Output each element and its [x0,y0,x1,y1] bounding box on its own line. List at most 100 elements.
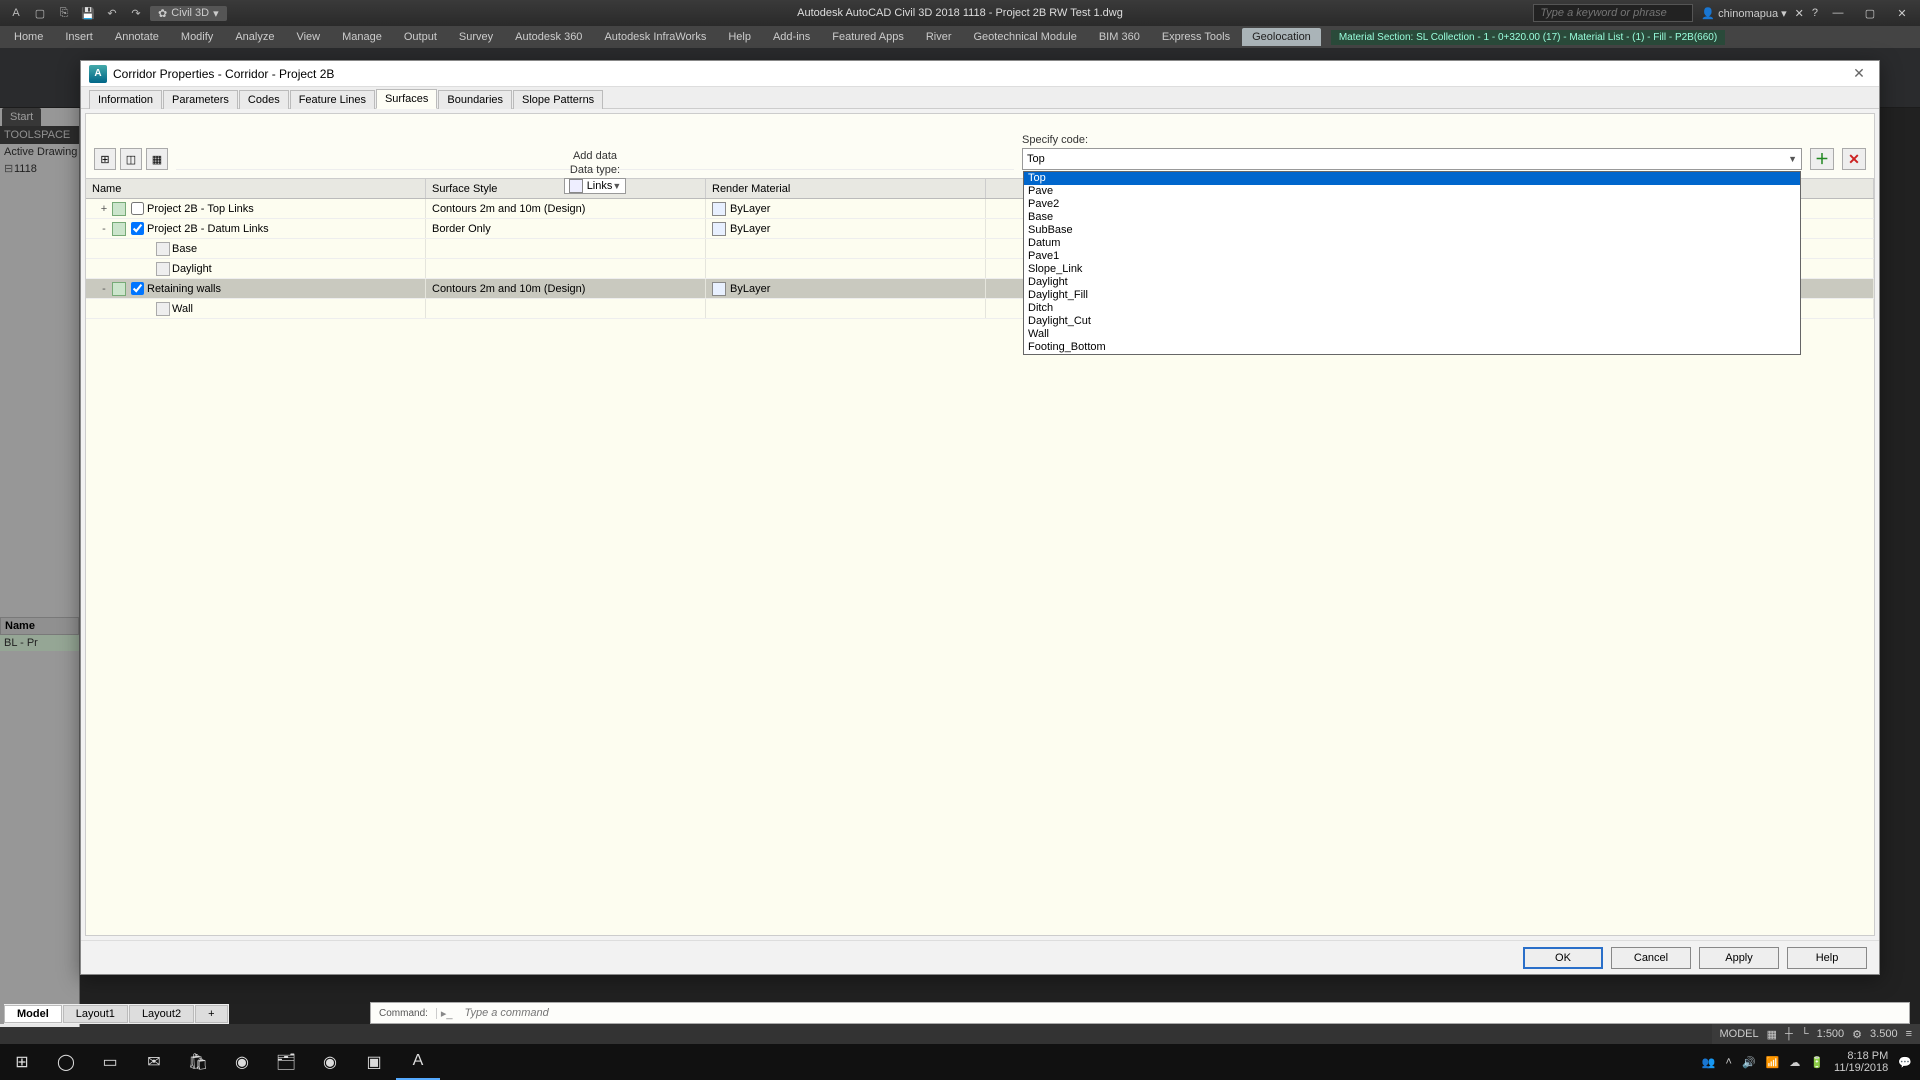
specify-code-dropdown[interactable]: Top ▼ TopPavePave2BaseSubBaseDatumPave1S… [1022,148,1802,170]
spec-option[interactable]: Pave [1024,185,1800,198]
ribbon-tab-bim360[interactable]: BIM 360 [1089,28,1150,46]
mail-icon[interactable]: ✉ [132,1044,176,1080]
spec-option[interactable]: Base [1024,211,1800,224]
help-icon[interactable]: ? [1812,7,1818,19]
start-menu-button[interactable]: ⊞ [0,1044,44,1080]
surface-props-button[interactable]: ▦ [146,148,168,170]
notifications-icon[interactable]: 💬 [1898,1056,1912,1069]
render-material[interactable]: ByLayer [730,203,770,215]
surface-checkbox[interactable] [131,222,144,235]
app2-icon[interactable]: ▣ [352,1044,396,1080]
redo-icon[interactable]: ↷ [126,3,146,23]
help-search-input[interactable] [1533,4,1693,22]
surface-style-button[interactable]: ◫ [120,148,142,170]
ribbon-tab-view[interactable]: View [286,28,330,46]
battery-icon[interactable]: 🔋 [1810,1056,1824,1069]
undo-icon[interactable]: ↶ [102,3,122,23]
ribbon-tab-a360[interactable]: Autodesk 360 [505,28,592,46]
status-model[interactable]: MODEL [1720,1028,1759,1040]
surface-checkbox[interactable] [131,202,144,215]
window-close-button[interactable]: ✕ [1890,3,1914,23]
expand-icon[interactable]: + [98,203,110,215]
onedrive-icon[interactable]: ☁ [1789,1056,1800,1069]
spec-option[interactable]: Pave1 [1024,250,1800,263]
explorer-icon[interactable]: 🗂 [264,1044,308,1080]
col-material[interactable]: Render Material [706,179,986,198]
spec-option[interactable]: Slope_Link [1024,263,1800,276]
scale-label[interactable]: 1:500 [1817,1028,1845,1040]
ribbon-tab-geolocation[interactable]: Geolocation [1242,28,1321,46]
grid-icon[interactable]: ▦ [1767,1028,1777,1041]
spec-option[interactable]: Pave2 [1024,198,1800,211]
spec-option[interactable]: Daylight [1024,276,1800,289]
apply-button[interactable]: Apply [1699,947,1779,969]
ribbon-tab-analyze[interactable]: Analyze [225,28,284,46]
model-tab[interactable]: Model [4,1005,62,1023]
minimize-button[interactable]: — [1826,3,1850,23]
surface-style[interactable]: Contours 2m and 10m (Design) [432,203,585,215]
gear-icon[interactable]: ⚙ [1852,1028,1862,1041]
spec-option[interactable]: Ditch [1024,302,1800,315]
ribbon-tab-featured[interactable]: Featured Apps [822,28,914,46]
ribbon-tab-survey[interactable]: Survey [449,28,503,46]
volume-icon[interactable]: 🔊 [1742,1056,1756,1069]
ribbon-tab-home[interactable]: Home [4,28,53,46]
chrome-icon[interactable]: ◉ [220,1044,264,1080]
spec-option[interactable]: Daylight_Cut [1024,315,1800,328]
surface-style[interactable]: Contours 2m and 10m (Design) [432,283,585,295]
ortho-icon[interactable]: └ [1801,1028,1809,1040]
ribbon-tab-river[interactable]: River [916,28,962,46]
tab-parameters[interactable]: Parameters [163,90,238,109]
ribbon-tab-express[interactable]: Express Tools [1152,28,1240,46]
ok-button[interactable]: OK [1523,947,1603,969]
chrome2-icon[interactable]: ◉ [308,1044,352,1080]
taskview-icon[interactable]: ▭ [88,1044,132,1080]
command-line[interactable]: Command: ▸_ [370,1002,1910,1024]
spec-option[interactable]: Top [1024,172,1800,185]
ribbon-tab-infraworks[interactable]: Autodesk InfraWorks [594,28,716,46]
tab-information[interactable]: Information [89,90,162,109]
people-icon[interactable]: 👥 [1702,1056,1716,1069]
open-icon[interactable]: ⎘ [54,3,74,23]
maximize-button[interactable]: ▢ [1858,3,1882,23]
store-icon[interactable]: 🛍 [176,1044,220,1080]
surface-style[interactable]: Border Only [432,223,491,235]
save-icon[interactable]: 💾 [78,3,98,23]
tab-codes[interactable]: Codes [239,90,289,109]
add-layout-tab[interactable]: + [195,1005,227,1023]
add-code-button[interactable]: ＋ [1810,148,1834,170]
help-button[interactable]: Help [1787,947,1867,969]
ribbon-tab-manage[interactable]: Manage [332,28,392,46]
expand-icon[interactable]: - [98,283,110,295]
delete-surface-button[interactable]: ✕ [1842,148,1866,170]
layout1-tab[interactable]: Layout1 [63,1005,128,1023]
ribbon-tab-addins[interactable]: Add-ins [763,28,820,46]
spec-option[interactable]: Daylight_Fill [1024,289,1800,302]
surface-checkbox[interactable] [131,282,144,295]
render-material[interactable]: ByLayer [730,223,770,235]
new-icon[interactable]: ▢ [30,3,50,23]
spec-option[interactable]: Datum [1024,237,1800,250]
layout2-tab[interactable]: Layout2 [129,1005,194,1023]
ribbon-tab-output[interactable]: Output [394,28,447,46]
exchange-icon[interactable]: ✕ [1795,7,1804,20]
tab-boundaries[interactable]: Boundaries [438,90,512,109]
spec-option[interactable]: SubBase [1024,224,1800,237]
ribbon-tab-annotate[interactable]: Annotate [105,28,169,46]
datatype-dropdown[interactable]: Links ▼ [564,178,627,194]
tray-up-icon[interactable]: ˄ [1726,1056,1732,1068]
cortana-icon[interactable]: ◯ [44,1044,88,1080]
system-clock[interactable]: 8:18 PM 11/19/2018 [1834,1050,1888,1074]
wifi-icon[interactable]: 📶 [1766,1056,1780,1069]
tab-featurelines[interactable]: Feature Lines [290,90,375,109]
tab-surfaces[interactable]: Surfaces [376,89,437,109]
expand-icon[interactable]: - [98,223,110,235]
tab-slopepatterns[interactable]: Slope Patterns [513,90,603,109]
render-material[interactable]: ByLayer [730,283,770,295]
signin-user[interactable]: 👤 chinomapua ▾ [1701,7,1786,20]
spec-option[interactable]: Wall [1024,328,1800,341]
workspace-selector[interactable]: ✿ Civil 3D ▾ [150,6,227,21]
create-surface-button[interactable]: ⊞ [94,148,116,170]
dialog-close-button[interactable]: ✕ [1847,64,1871,84]
col-name[interactable]: Name [86,179,426,198]
